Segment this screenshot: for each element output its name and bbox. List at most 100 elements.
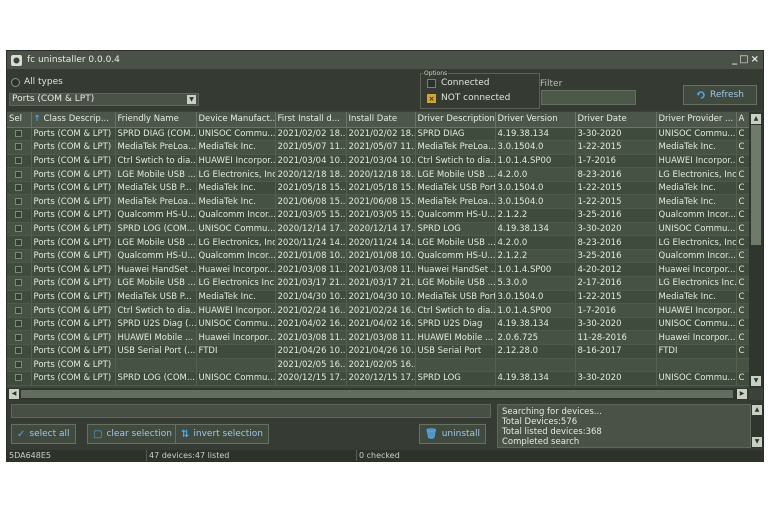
checkbox-icon[interactable] (15, 360, 23, 368)
col-first-install-date[interactable]: First Install d... (275, 112, 347, 128)
scroll-thumb[interactable] (751, 125, 761, 245)
checkbox-icon[interactable] (15, 252, 23, 260)
table-row[interactable]: Ports (COM & LPT) LGE Mobile USB ... LG El… (7, 276, 749, 291)
not-connected-checkbox[interactable]: × NOT connected (427, 93, 510, 103)
checkbox-icon[interactable] (15, 224, 23, 232)
table-row[interactable]: Ports (COM & LPT) SPRD DIAG (COM... UNISOC… (7, 127, 749, 142)
command-input[interactable] (11, 404, 491, 418)
row-select-checkbox[interactable] (7, 303, 32, 318)
checkbox-icon[interactable] (15, 197, 23, 205)
col-device-manufacturer[interactable]: Device Manufact... (196, 112, 276, 128)
checkbox-icon[interactable] (15, 184, 23, 192)
row-select-checkbox[interactable] (7, 262, 32, 278)
minimize-button[interactable]: _ (732, 54, 737, 65)
col-a[interactable]: A (736, 112, 749, 128)
checkbox-icon[interactable] (15, 129, 23, 137)
col-friendly-name[interactable]: Friendly Name (115, 112, 197, 128)
table-row[interactable]: Ports (COM & LPT) SPRD LOG (COM... UNISOC … (7, 371, 749, 386)
col-driver-description[interactable]: Driver Description (415, 112, 496, 128)
table-row[interactable]: Ports (COM & LPT) USB Serial Port (... FTD… (7, 344, 749, 359)
invert-selection-button[interactable]: ⇅ invert selection (175, 424, 269, 444)
class-select[interactable]: Ports (COM & LPT) ▼ (9, 93, 199, 106)
checkbox-icon[interactable] (15, 306, 23, 314)
row-select-checkbox[interactable] (7, 276, 32, 291)
filter-input[interactable] (541, 90, 636, 105)
table-row[interactable]: Ports (COM & LPT) Ctrl Swtich to dia... HU… (7, 303, 749, 318)
scroll-down-icon[interactable]: ▼ (751, 376, 761, 386)
radio-icon[interactable] (11, 77, 20, 87)
table-row[interactable]: Ports (COM & LPT) MediaTek PreLoa... Media… (7, 194, 749, 210)
col-install-date[interactable]: Install Date (346, 112, 416, 128)
row-select-checkbox[interactable] (7, 290, 32, 305)
table-vertical-scrollbar[interactable]: ▲ ▼ (749, 112, 763, 388)
row-select-checkbox[interactable] (7, 167, 32, 182)
row-select-checkbox[interactable] (7, 235, 32, 250)
row-select-checkbox[interactable] (7, 344, 32, 359)
checkbox-icon[interactable] (15, 374, 23, 382)
row-select-checkbox[interactable] (7, 194, 32, 210)
row-select-checkbox[interactable] (7, 154, 32, 169)
table-row[interactable]: Ports (COM & LPT) Qualcomm HS-U... Qualcom… (7, 249, 749, 264)
scroll-right-icon[interactable]: ▶ (737, 389, 747, 399)
col-sel[interactable]: Sel (7, 112, 32, 128)
scroll-up-icon[interactable]: ▲ (751, 114, 761, 124)
checkbox-icon[interactable] (15, 347, 23, 355)
all-types-radio[interactable]: All types (11, 77, 63, 87)
table-row[interactable]: Ports (COM & LPT) Huawei HandSet ... Huawe… (7, 262, 749, 278)
checkbox-icon[interactable] (427, 78, 436, 88)
refresh-button[interactable]: Refresh (683, 85, 757, 105)
table-horizontal-scrollbar[interactable]: ◀ ▶ (7, 388, 749, 400)
table-row[interactable]: Ports (COM & LPT) MediaTek USB P... MediaT… (7, 181, 749, 196)
scroll-left-icon[interactable]: ◀ (9, 389, 19, 399)
close-button[interactable]: × (751, 54, 759, 65)
table-row[interactable]: Ports (COM & LPT) 2021/02/05 16... 2021/02… (7, 358, 749, 373)
row-select-checkbox[interactable] (7, 358, 32, 373)
table-row[interactable]: Ports (COM & LPT) SPRD U2S Diag (... UNISO… (7, 317, 749, 332)
hscroll-thumb[interactable] (21, 390, 733, 398)
table-row[interactable]: Ports (COM & LPT) Qualcomm HS-U... Qualcom… (7, 208, 749, 223)
table-row[interactable]: Ports (COM & LPT) MediaTek PreLoa... Media… (7, 140, 749, 155)
clear-selection-button[interactable]: ▢ clear selection (87, 424, 178, 444)
checkbox-checked-icon[interactable]: × (427, 93, 436, 103)
checkbox-icon[interactable] (15, 265, 23, 273)
log-scrollbar[interactable]: ▲ ▼ (751, 404, 763, 448)
connected-checkbox[interactable]: Connected (427, 78, 489, 88)
table-cell: MediaTek Inc. (656, 181, 737, 196)
table-row[interactable]: Ports (COM & LPT) LGE Mobile USB ... LG El… (7, 235, 749, 250)
checkbox-icon[interactable] (15, 143, 23, 151)
checkbox-icon[interactable] (15, 333, 23, 341)
checkbox-icon[interactable] (15, 279, 23, 287)
row-select-checkbox[interactable] (7, 181, 32, 196)
col-class-description[interactable]: ↑ Class Descrip... (31, 112, 116, 128)
checkbox-icon[interactable] (15, 292, 23, 300)
chevron-down-icon[interactable]: ▼ (187, 95, 196, 104)
checkbox-icon[interactable] (15, 156, 23, 164)
row-select-checkbox[interactable] (7, 140, 32, 155)
row-select-checkbox[interactable] (7, 222, 32, 237)
row-select-checkbox[interactable] (7, 208, 32, 223)
table-row[interactable]: Ports (COM & LPT) MediaTek USB P... MediaT… (7, 290, 749, 305)
scroll-up-icon[interactable]: ▲ (752, 405, 762, 415)
col-driver-provider[interactable]: Driver Provider ... (656, 112, 737, 128)
row-select-checkbox[interactable] (7, 317, 32, 332)
row-select-checkbox[interactable] (7, 127, 32, 142)
checkbox-icon[interactable] (15, 170, 23, 178)
checkbox-icon[interactable] (15, 211, 23, 219)
table-row[interactable]: Ports (COM & LPT) Ctrl Swtich to dia... HU… (7, 154, 749, 169)
table-row[interactable]: Ports (COM & LPT) SPRD LOG (COM... UNISOC … (7, 222, 749, 237)
uninstall-button[interactable]: 🗑 uninstall (419, 424, 487, 444)
table-cell: UNISOC Commu... (656, 317, 737, 332)
checkbox-icon[interactable] (15, 238, 23, 246)
sort-up-icon: ↑ (33, 114, 41, 125)
table-row[interactable]: Ports (COM & LPT) HUAWEI Mobile ... Huawei… (7, 330, 749, 345)
select-all-button[interactable]: ✓ select all (11, 424, 76, 444)
scroll-down-icon[interactable]: ▼ (752, 437, 762, 447)
col-driver-version[interactable]: Driver Version (495, 112, 576, 128)
row-select-checkbox[interactable] (7, 371, 32, 386)
maximize-button[interactable]: □ (739, 54, 748, 65)
table-row[interactable]: Ports (COM & LPT) LGE Mobile USB ... LG El… (7, 167, 749, 182)
row-select-checkbox[interactable] (7, 249, 32, 264)
col-driver-date[interactable]: Driver Date (575, 112, 657, 128)
checkbox-icon[interactable] (15, 320, 23, 328)
row-select-checkbox[interactable] (7, 330, 32, 345)
